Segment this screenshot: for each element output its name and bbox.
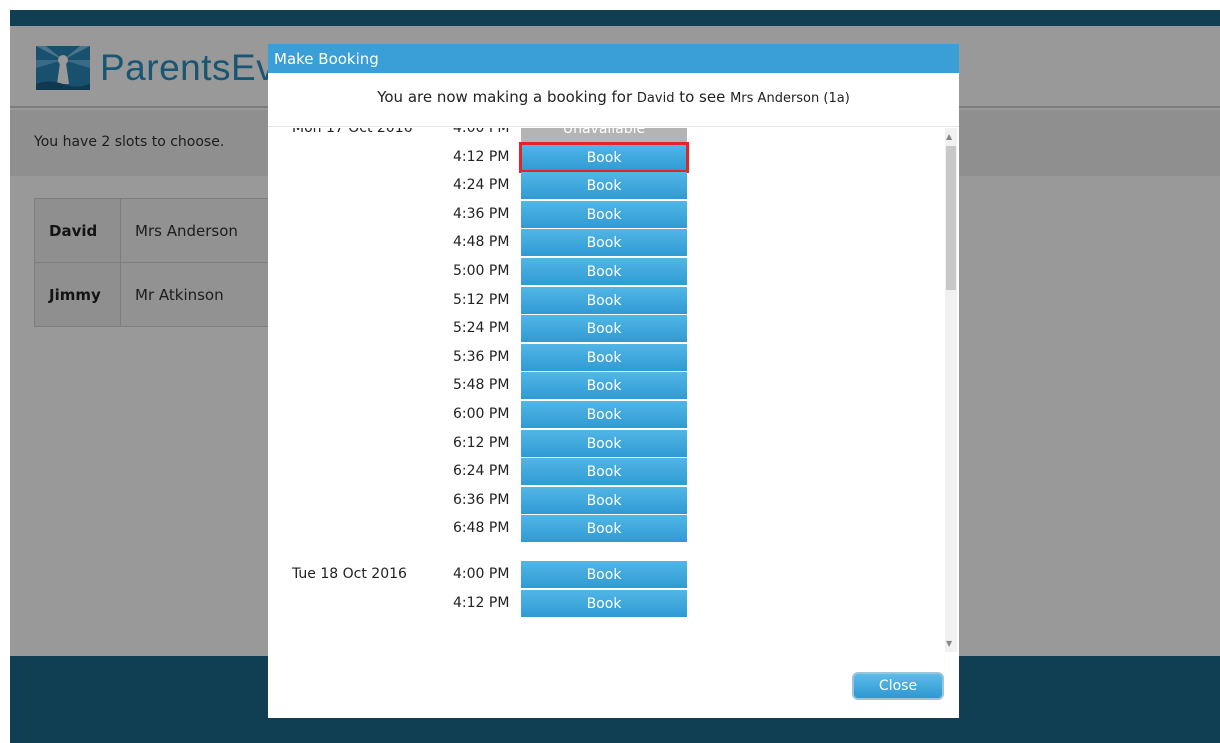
close-button[interactable]: Close	[852, 672, 944, 700]
book-slot-button[interactable]: Book	[521, 561, 687, 588]
book-slot-button[interactable]: Book	[521, 229, 687, 256]
slot-time: 6:48 PM	[453, 520, 510, 536]
scroll-up-arrow-icon[interactable]: ▲	[946, 132, 952, 141]
slot-time: 6:24 PM	[453, 463, 510, 479]
slot-time: 6:00 PM	[453, 406, 510, 422]
book-slot-button[interactable]: Book	[519, 142, 689, 173]
dialog-divider	[268, 126, 959, 127]
unavailable-slot-button: Unavailable	[521, 128, 687, 142]
book-slot-button[interactable]: Book	[521, 430, 687, 457]
book-slot-button[interactable]: Book	[521, 172, 687, 199]
slot-time: 4:24 PM	[453, 177, 510, 193]
book-slot-button[interactable]: Book	[521, 258, 687, 285]
slot-time: 4:00 PM	[453, 128, 510, 136]
slot-time: 6:36 PM	[453, 492, 510, 508]
dialog-title: Make Booking	[268, 44, 959, 73]
subtitle-child: David	[636, 91, 675, 106]
subtitle-teacher: Mrs Anderson (1a)	[730, 91, 850, 106]
book-slot-button[interactable]: Book	[521, 201, 687, 228]
book-slot-button[interactable]: Book	[521, 401, 687, 428]
slot-time: 5:24 PM	[453, 320, 510, 336]
book-slot-button[interactable]: Book	[521, 458, 687, 485]
book-slot-button[interactable]: Book	[521, 344, 687, 371]
scroll-down-arrow-icon[interactable]: ▼	[946, 639, 952, 648]
subtitle-mid: to see	[674, 88, 731, 106]
book-slot-button[interactable]: Book	[521, 590, 687, 617]
slot-time: 4:00 PM	[453, 566, 510, 582]
subtitle-prefix: You are now making a booking for	[377, 88, 637, 106]
slot-date: Tue 18 Oct 2016	[292, 566, 407, 582]
dialog-subtitle: You are now making a booking for David t…	[268, 88, 959, 106]
book-slot-button[interactable]: Book	[521, 515, 687, 542]
slot-time: 5:00 PM	[453, 263, 510, 279]
book-slot-button[interactable]: Book	[521, 315, 687, 342]
book-slot-button[interactable]: Book	[521, 287, 687, 314]
slot-date: Mon 17 Oct 2016	[292, 128, 413, 136]
slot-time: 4:12 PM	[453, 595, 510, 611]
slot-time: 4:12 PM	[453, 149, 510, 165]
book-slot-button[interactable]: Book	[521, 487, 687, 514]
slot-list-scrollbar[interactable]: ▲ ▼	[945, 128, 957, 652]
slot-time: 4:48 PM	[453, 234, 510, 250]
slot-time: 6:12 PM	[453, 435, 510, 451]
scrollbar-thumb[interactable]	[946, 146, 956, 290]
slot-list[interactable]: Mon 17 Oct 2016 4:00 PM Unavailable 4:12 PM…	[268, 128, 959, 652]
slot-time: 4:36 PM	[453, 206, 510, 222]
make-booking-dialog: Make Booking You are now making a bookin…	[268, 44, 959, 718]
slot-time: 5:12 PM	[453, 292, 510, 308]
slot-time: 5:36 PM	[453, 349, 510, 365]
book-slot-button[interactable]: Book	[521, 372, 687, 399]
slot-time: 5:48 PM	[453, 377, 510, 393]
